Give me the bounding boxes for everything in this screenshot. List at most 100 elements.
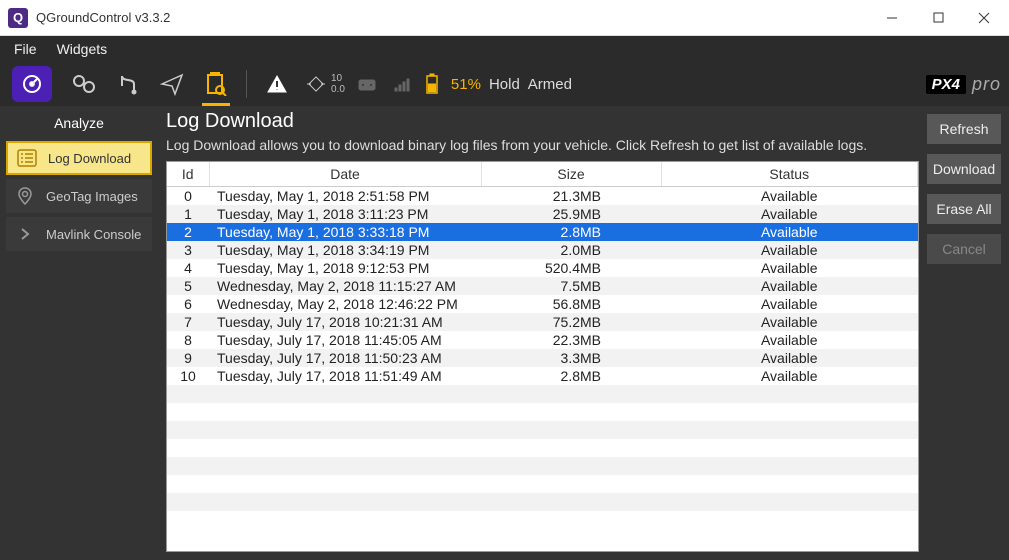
col-status[interactable]: Status (661, 162, 918, 187)
close-button[interactable] (961, 0, 1007, 36)
cell-size: 2.8MB (481, 223, 661, 241)
cancel-button[interactable]: Cancel (927, 234, 1001, 264)
flight-mode[interactable]: Hold (489, 76, 520, 93)
cell-status: Available (661, 367, 918, 385)
col-id[interactable]: Id (167, 162, 209, 187)
signal-icon (393, 66, 413, 102)
gps-stats: 10 0.0 (331, 73, 345, 95)
sidebar-title: Analyze (6, 112, 152, 137)
cell-status: Available (661, 223, 918, 241)
cell-date: Tuesday, May 1, 2018 3:34:19 PM (209, 241, 481, 259)
cell-id: 3 (167, 241, 209, 259)
cell-size: 520.4MB (481, 259, 661, 277)
cell-size: 25.9MB (481, 205, 661, 223)
page-description: Log Download allows you to download bina… (166, 137, 919, 153)
armed-state[interactable]: Armed (528, 76, 572, 93)
table-row[interactable]: 10Tuesday, July 17, 2018 11:51:49 AM2.8M… (167, 367, 918, 385)
cell-status: Available (661, 295, 918, 313)
download-button[interactable]: Download (927, 154, 1001, 184)
cell-id: 1 (167, 205, 209, 223)
chevron-right-icon (14, 223, 36, 245)
cell-size: 7.5MB (481, 277, 661, 295)
table-row-empty (167, 439, 918, 457)
table-row[interactable]: 3Tuesday, May 1, 2018 3:34:19 PM2.0MBAva… (167, 241, 918, 259)
log-table: Id Date Size Status 0Tuesday, May 1, 201… (166, 161, 919, 552)
table-row[interactable]: 7Tuesday, July 17, 2018 10:21:31 AM75.2M… (167, 313, 918, 331)
cell-status: Available (661, 187, 918, 206)
cell-status: Available (661, 259, 918, 277)
table-row-empty (167, 511, 918, 529)
menu-file[interactable]: File (4, 41, 47, 57)
page-title: Log Download (166, 110, 919, 133)
cell-date: Tuesday, July 17, 2018 10:21:31 AM (209, 313, 481, 331)
table-row[interactable]: 2Tuesday, May 1, 2018 3:33:18 PM2.8MBAva… (167, 223, 918, 241)
px4-logo: PX4 (926, 75, 966, 94)
toolbar: 10 0.0 51% Hold Armed PX4 pro (0, 62, 1009, 106)
cell-status: Available (661, 313, 918, 331)
table-row[interactable]: 9Tuesday, July 17, 2018 11:50:23 AM3.3MB… (167, 349, 918, 367)
sidebar-item-label: GeoTag Images (46, 189, 138, 204)
cell-status: Available (661, 205, 918, 223)
gps-hdop: 0.0 (331, 84, 345, 95)
cell-id: 8 (167, 331, 209, 349)
cell-size: 21.3MB (481, 187, 661, 206)
cell-status: Available (661, 349, 918, 367)
px4-pro-label: pro (972, 74, 1001, 95)
battery-percent: 51% (451, 76, 481, 93)
cell-size: 2.8MB (481, 367, 661, 385)
cell-size: 3.3MB (481, 349, 661, 367)
cell-date: Tuesday, July 17, 2018 11:50:23 AM (209, 349, 481, 367)
cell-status: Available (661, 277, 918, 295)
sidebar-item-log-download[interactable]: Log Download (6, 141, 152, 175)
table-row[interactable]: 8Tuesday, July 17, 2018 11:45:05 AM22.3M… (167, 331, 918, 349)
cell-date: Tuesday, May 1, 2018 3:11:23 PM (209, 205, 481, 223)
gps-count: 10 (331, 73, 345, 84)
cell-status: Available (661, 331, 918, 349)
window-title: QGroundControl v3.3.2 (36, 10, 869, 25)
col-date[interactable]: Date (209, 162, 481, 187)
rc-icon (349, 66, 385, 102)
table-row-empty (167, 421, 918, 439)
cell-id: 6 (167, 295, 209, 313)
warning-icon[interactable] (259, 66, 295, 102)
table-row[interactable]: 1Tuesday, May 1, 2018 3:11:23 PM25.9MBAv… (167, 205, 918, 223)
col-size[interactable]: Size (481, 162, 661, 187)
cell-id: 4 (167, 259, 209, 277)
settings-icon[interactable] (66, 66, 102, 102)
table-row[interactable]: 4Tuesday, May 1, 2018 9:12:53 PM520.4MBA… (167, 259, 918, 277)
menu-widgets[interactable]: Widgets (47, 41, 118, 57)
cell-status: Available (661, 241, 918, 259)
right-panel: Refresh Download Erase All Cancel (919, 106, 1009, 560)
plane-icon[interactable] (154, 66, 190, 102)
window-titlebar: Q QGroundControl v3.3.2 (0, 0, 1009, 36)
sidebar-item-label: Log Download (48, 151, 131, 166)
cell-date: Tuesday, May 1, 2018 9:12:53 PM (209, 259, 481, 277)
maximize-button[interactable] (915, 0, 961, 36)
refresh-button[interactable]: Refresh (927, 114, 1001, 144)
cell-date: Wednesday, May 2, 2018 12:46:22 PM (209, 295, 481, 313)
cell-size: 75.2MB (481, 313, 661, 331)
waypoint-icon[interactable] (110, 66, 146, 102)
cell-id: 9 (167, 349, 209, 367)
brand-q-icon[interactable] (12, 66, 52, 102)
satellite-icon[interactable] (303, 66, 329, 102)
table-row[interactable]: 6Wednesday, May 2, 2018 12:46:22 PM56.8M… (167, 295, 918, 313)
table-row-empty (167, 403, 918, 421)
analyze-icon[interactable] (198, 66, 234, 102)
toolbar-divider (246, 70, 247, 98)
sidebar-item-label: Mavlink Console (46, 227, 141, 242)
px4-brand: PX4 pro (926, 74, 1001, 95)
sidebar-item-geotag[interactable]: GeoTag Images (6, 179, 152, 213)
table-row[interactable]: 0Tuesday, May 1, 2018 2:51:58 PM21.3MBAv… (167, 187, 918, 206)
cell-date: Wednesday, May 2, 2018 11:15:27 AM (209, 277, 481, 295)
list-icon (16, 147, 38, 169)
table-row[interactable]: 5Wednesday, May 2, 2018 11:15:27 AM7.5MB… (167, 277, 918, 295)
table-row-empty (167, 475, 918, 493)
cell-size: 22.3MB (481, 331, 661, 349)
cell-id: 0 (167, 187, 209, 206)
sidebar-item-mavlink[interactable]: Mavlink Console (6, 217, 152, 251)
table-header-row: Id Date Size Status (167, 162, 918, 187)
minimize-button[interactable] (869, 0, 915, 36)
cell-id: 10 (167, 367, 209, 385)
erase-all-button[interactable]: Erase All (927, 194, 1001, 224)
